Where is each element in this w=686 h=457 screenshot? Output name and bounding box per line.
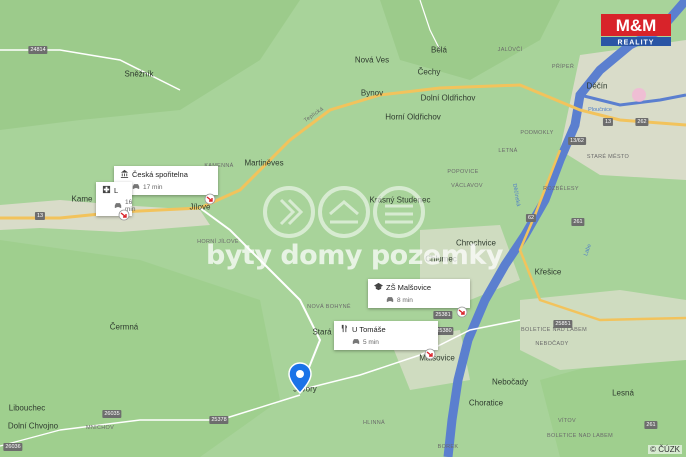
travel-time: 5 min	[363, 339, 379, 346]
car-icon	[352, 338, 360, 347]
district-label: VÍTOV	[558, 418, 576, 424]
poi-name: L	[114, 186, 119, 195]
poi-card[interactable]: ZŠ Malšovice 8 min	[368, 279, 470, 308]
district-label: NEBOČADY	[535, 341, 569, 347]
svg-text:REALITY: REALITY	[618, 40, 655, 47]
car-icon	[132, 183, 140, 192]
place-label: Martiněves	[244, 158, 284, 168]
district-label: HLINNÁ	[363, 420, 385, 426]
district-label: MNICHOV	[85, 425, 115, 431]
district-label: PODMOKLY	[520, 130, 554, 136]
restaurant-icon	[340, 324, 349, 335]
river-label: Ploučnice	[588, 107, 612, 113]
poi-marker-icon[interactable]	[118, 208, 130, 221]
district-label: ROZBĚLESY	[543, 186, 579, 192]
district-label: BOLETICE NAD LABEM	[547, 433, 613, 439]
road-number-badge: 24814	[28, 46, 48, 54]
brand-logo: M&M REALITY	[601, 14, 671, 46]
car-icon	[386, 296, 394, 305]
place-label: Stará	[312, 327, 332, 337]
district-label: PŘÍPEŘ	[551, 64, 575, 70]
road-number-badge: 13/62	[568, 137, 586, 145]
place-label: Dolní Chvojno	[7, 421, 59, 431]
road-number-badge: 62	[525, 214, 537, 222]
place-label: Nebočady	[491, 377, 529, 387]
district-label: NOVÁ BOHYNĚ	[307, 304, 351, 310]
bank-icon	[120, 169, 129, 180]
copyright-notice: © ČÚZK	[648, 445, 682, 454]
place-label: Bělá	[430, 45, 448, 55]
poi-name: Česká spořitelna	[132, 170, 188, 179]
place-label: Bynov	[360, 88, 384, 98]
place-label: Dolní Oldřichov	[420, 93, 476, 103]
travel-time: 8 min	[397, 297, 413, 304]
place-label: Nová Ves	[354, 55, 390, 65]
road-number-badge: 25378	[209, 416, 229, 424]
district-label: JALŮVČÍ	[497, 47, 523, 53]
road-number-badge: 13	[34, 212, 46, 220]
district-label: STARÉ MĚSTO	[586, 154, 630, 160]
place-label: Kame	[71, 194, 93, 204]
watermark-text: byty domy pozemky	[206, 240, 503, 271]
location-pin-icon[interactable]	[288, 362, 312, 394]
place-label: Choratice	[468, 398, 504, 408]
poi-card[interactable]: U Tomáše 5 min	[334, 321, 438, 350]
poi-name: ZŠ Malšovice	[386, 283, 432, 292]
road-number-badge: 26036	[3, 443, 23, 451]
place-label: Čermná	[109, 322, 139, 332]
road-number-badge: 25381	[433, 311, 453, 319]
road-number-badge: 25851	[553, 320, 573, 328]
road-number-badge: 26035	[102, 410, 122, 418]
place-label: Horní Oldřichov	[385, 112, 441, 122]
poi-marker-icon[interactable]	[456, 305, 468, 318]
place-label: Sněžník	[124, 69, 154, 79]
district-label: LETNÁ	[498, 148, 518, 154]
place-label: Křešice	[534, 267, 562, 277]
poi-marker-icon[interactable]	[424, 347, 436, 360]
place-label: Děčín	[586, 81, 608, 91]
school-icon	[374, 282, 383, 293]
district-label: POPOVICE	[447, 169, 479, 175]
travel-time: 17 min	[143, 184, 163, 191]
pharmacy-icon	[102, 185, 111, 196]
poi-name: U Tomáše	[352, 325, 386, 334]
place-label: Lesná	[612, 388, 634, 398]
district-label: BOREK	[437, 444, 459, 450]
road-number-badge: 261	[571, 218, 585, 226]
place-label: Libouchec	[8, 403, 46, 413]
place-label: Čechy	[417, 67, 441, 77]
road-number-badge: 261	[644, 421, 658, 429]
road-number-badge: 262	[635, 118, 649, 126]
road-number-badge: 13	[602, 118, 614, 126]
svg-text:M&M: M&M	[616, 16, 657, 35]
